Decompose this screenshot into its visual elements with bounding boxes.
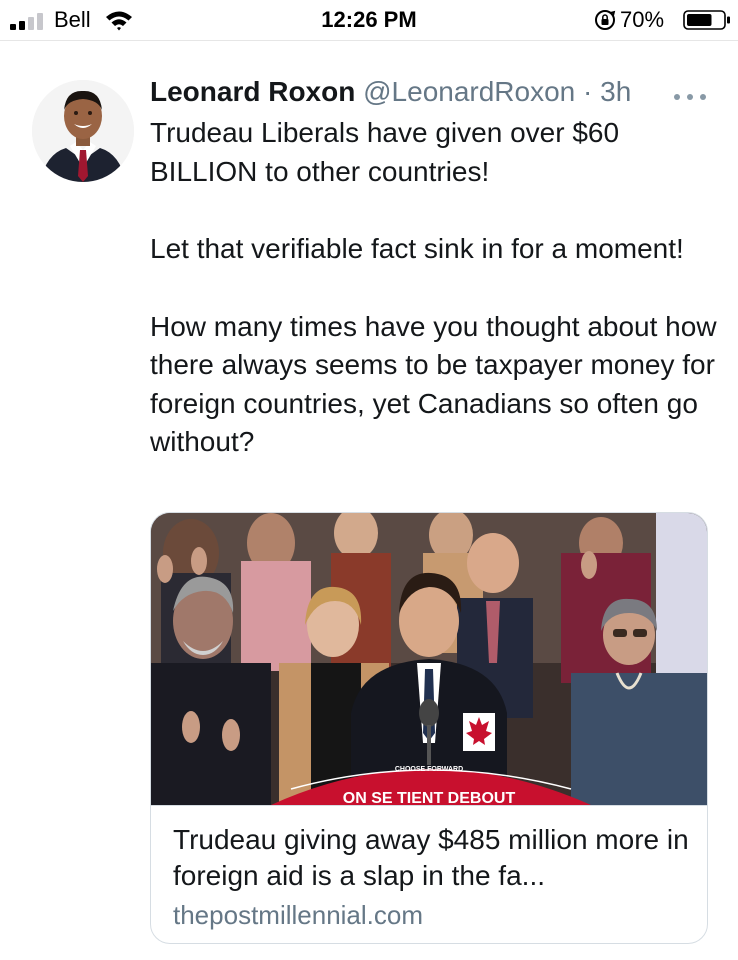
- separator-dot: ·: [575, 76, 601, 107]
- tweet-body: Trudeau Liberals have given over $60 BIL…: [150, 114, 720, 462]
- link-preview-card[interactable]: CHOOSE FORWARD ON SE TIENT DEBOUT Trudea…: [150, 512, 708, 944]
- link-preview-image: CHOOSE FORWARD ON SE TIENT DEBOUT: [151, 513, 707, 805]
- tweet-timestamp[interactable]: 3h: [600, 76, 631, 107]
- tweet-paragraph: Trudeau Liberals have given over $60 BIL…: [150, 117, 620, 187]
- battery-percent: 70%: [620, 7, 665, 32]
- image-slogan-text: CHOOSE FORWARD: [395, 766, 463, 773]
- tweet-paragraph: Let that verifiable fact sink in for a m…: [150, 233, 684, 264]
- link-domain[interactable]: thepostmillennial.com: [173, 900, 423, 931]
- link-title[interactable]: Trudeau giving away $485 million more in…: [173, 822, 693, 894]
- link-preview-meta: Trudeau giving away $485 million more in…: [151, 805, 707, 943]
- status-bar: Bell 12:26 PM 70%: [0, 0, 738, 41]
- tweet-paragraph: How many times have you thought about ho…: [150, 310, 717, 458]
- author-handle[interactable]: @LeonardRoxon: [363, 76, 575, 107]
- author-name[interactable]: Leonard Roxon: [150, 76, 355, 107]
- author-avatar[interactable]: [32, 80, 134, 182]
- avatar-portrait: [32, 80, 134, 182]
- rotation-lock-icon: [595, 10, 616, 30]
- battery-icon: [683, 10, 730, 30]
- more-dots-icon[interactable]: [672, 92, 708, 102]
- image-banner-text: ON SE TIENT DEBOUT: [343, 790, 516, 805]
- tweet-header: Leonard Roxon @LeonardRoxon · 3h: [150, 76, 650, 114]
